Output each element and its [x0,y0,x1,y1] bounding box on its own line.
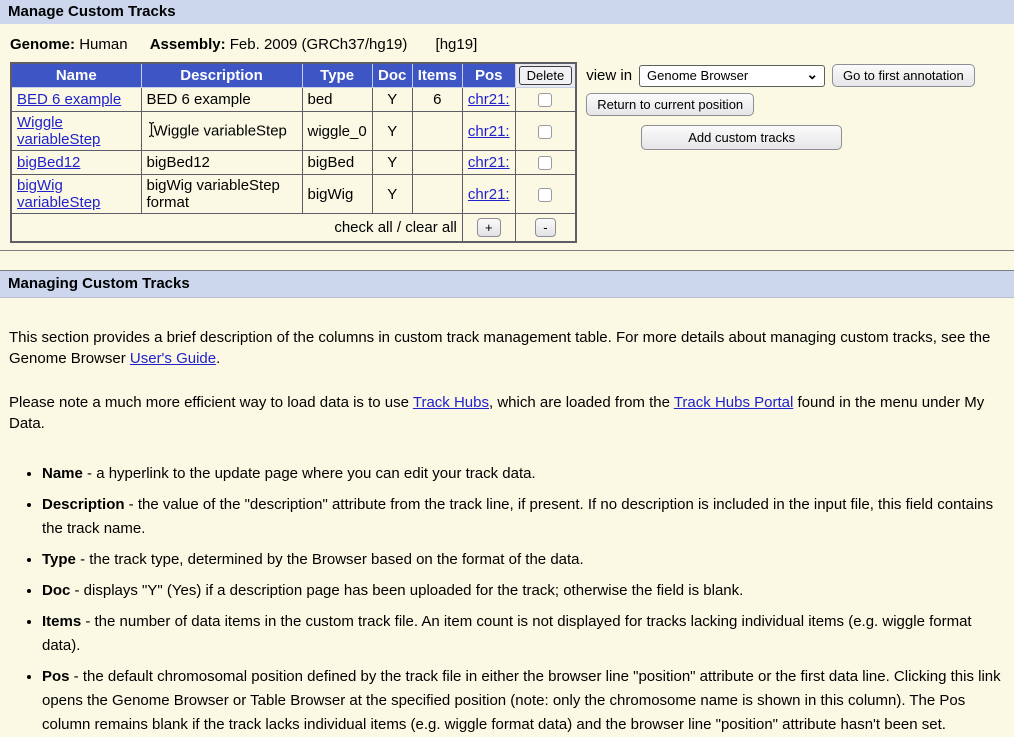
track-pos-link[interactable]: chr21: [468,186,510,203]
delete-checkbox[interactable] [538,125,552,139]
table-footer-row: check all / clear all + - [11,214,576,242]
bullet-text: - the track type, determined by the Brow… [76,551,584,568]
track-description: Wiggle variableStep [154,122,287,139]
track-items [412,151,462,175]
intro-paragraph: This section provides a brief descriptio… [9,327,1005,369]
track-type: bigWig [302,175,372,214]
table-header-row: Name Description Type Doc Items Pos Dele… [11,63,576,88]
delete-button[interactable]: Delete [519,66,573,85]
bullet-term: Name [42,465,83,482]
genome-value: Human [79,36,127,53]
view-in-selected-value: Genome Browser [647,68,748,83]
track-doc: Y [372,88,412,112]
track-name-link[interactable]: bigBed12 [17,154,80,171]
track-doc: Y [372,112,412,151]
track-doc: Y [372,151,412,175]
delete-checkbox[interactable] [538,156,552,170]
hubs-text-mid: , which are loaded from the [489,394,674,411]
bullet-term: Pos [42,668,70,685]
track-items [412,175,462,214]
bullet-term: Items [42,613,81,630]
list-item: Name - a hyperlink to the update page wh… [42,462,1005,486]
column-header-name: Name [11,63,141,88]
bullet-term: Type [42,551,76,568]
custom-tracks-table: Name Description Type Doc Items Pos Dele… [10,62,577,243]
manage-tracks-section: Genome: Human Assembly: Feb. 2009 (GRCh3… [0,24,1014,251]
track-controls: view in Genome Browser ⌄ Go to first ann… [586,62,975,150]
managing-tracks-title-bar: Managing Custom Tracks [0,270,1014,298]
page-title-bar: Manage Custom Tracks [0,0,1014,24]
table-row: Wiggle variableStep Wiggle variableStep … [11,112,576,151]
track-hubs-portal-link[interactable]: Track Hubs Portal [674,394,793,411]
track-type: bed [302,88,372,112]
track-description: bigWig variableStep format [141,175,302,214]
check-all-button[interactable]: + [477,218,501,237]
track-name-link[interactable]: Wiggle variableStep [17,114,100,148]
delete-checkbox[interactable] [538,188,552,202]
column-description-list: Name - a hyperlink to the update page wh… [21,462,1005,737]
chevron-down-icon: ⌄ [806,69,818,79]
track-pos-link[interactable]: chr21: [468,154,510,171]
column-header-type: Type [302,63,372,88]
page-title: Manage Custom Tracks [8,3,176,20]
list-item: Type - the track type, determined by the… [42,548,1005,572]
track-name-link[interactable]: bigWig variableStep [17,177,100,211]
users-guide-link[interactable]: User's Guide [130,350,216,367]
genome-label: Genome: [10,36,75,53]
bullet-text: - the value of the "description" attribu… [42,496,993,537]
track-type: bigBed [302,151,372,175]
managing-tracks-section: This section provides a brief descriptio… [0,327,1014,737]
track-pos-link[interactable]: chr21: [468,123,510,140]
column-header-description: Description [141,63,302,88]
column-header-pos: Pos [462,63,515,88]
return-to-current-position-button[interactable]: Return to current position [586,93,754,116]
track-type: wiggle_0 [302,112,372,151]
intro-text-end: . [216,350,220,367]
list-item: Items - the number of data items in the … [42,610,1005,658]
genome-assembly-line: Genome: Human Assembly: Feb. 2009 (GRCh3… [10,36,1014,53]
table-row: bigBed12 bigBed12 bigBed Y chr21: [11,151,576,175]
bullet-text: - the number of data items in the custom… [42,613,972,654]
check-clear-label: check all / clear all [11,214,462,242]
column-header-delete: Delete [515,63,576,88]
bullet-term: Doc [42,582,70,599]
table-row: bigWig variableStep bigWig variableStep … [11,175,576,214]
track-items: 6 [412,88,462,112]
add-custom-tracks-button[interactable]: Add custom tracks [641,125,842,150]
track-doc: Y [372,175,412,214]
bullet-term: Description [42,496,125,513]
view-in-label: view in [586,67,632,84]
track-description: bigBed12 [141,151,302,175]
track-items [412,112,462,151]
assembly-value: Feb. 2009 (GRCh37/hg19) [230,36,408,53]
bullet-text: - a hyperlink to the update page where y… [83,465,536,482]
track-pos-link[interactable]: chr21: [468,91,510,108]
track-description: BED 6 example [141,88,302,112]
hubs-text: Please note a much more efficient way to… [9,394,413,411]
column-header-items: Items [412,63,462,88]
track-name-link[interactable]: BED 6 example [17,91,121,108]
track-hubs-paragraph: Please note a much more efficient way to… [9,392,1005,434]
list-item: Doc - displays "Y" (Yes) if a descriptio… [42,579,1005,603]
section-title: Managing Custom Tracks [8,275,190,292]
go-to-first-annotation-button[interactable]: Go to first annotation [832,64,975,87]
column-header-doc: Doc [372,63,412,88]
delete-checkbox[interactable] [538,93,552,107]
db-tag: [hg19] [436,36,478,53]
list-item: Pos - the default chromosomal position d… [42,665,1005,737]
view-in-select[interactable]: Genome Browser ⌄ [639,65,825,87]
bullet-text: - displays "Y" (Yes) if a description pa… [70,582,743,599]
clear-all-button[interactable]: - [535,218,555,237]
track-hubs-link[interactable]: Track Hubs [413,394,489,411]
bullet-text: - the default chromosomal position defin… [42,668,1001,733]
assembly-label: Assembly: [150,36,226,53]
table-row: BED 6 example BED 6 example bed Y 6 chr2… [11,88,576,112]
list-item: Description - the value of the "descript… [42,493,1005,541]
